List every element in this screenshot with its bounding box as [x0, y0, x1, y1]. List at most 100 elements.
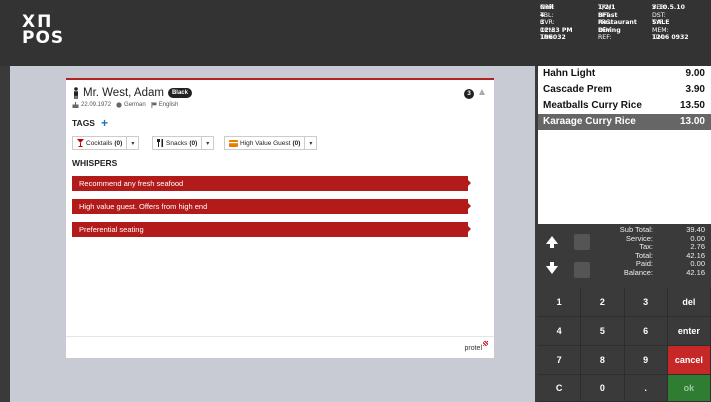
tag-count: (0) — [114, 139, 123, 147]
pos-screen: XΠ POS OPR: Neil TRM: 1/2/1 VER: 3.10.5.… — [0, 0, 711, 402]
info-label: MEM: — [652, 26, 669, 34]
whisper-item[interactable]: Preferential seating — [72, 222, 471, 237]
info-label: PRC: — [598, 19, 613, 27]
person-silhouette-icon[interactable] — [479, 89, 485, 95]
balance-label: Balance: — [623, 267, 653, 277]
key-9[interactable]: 9 — [624, 346, 668, 375]
chevron-down-icon[interactable]: ▾ — [126, 137, 138, 149]
chevron-down-icon[interactable]: ▾ — [201, 137, 213, 149]
person-icon — [74, 87, 78, 99]
key-8[interactable]: 8 — [581, 346, 625, 375]
tag-snacks[interactable]: Snacks (0) ▾ — [152, 136, 215, 150]
guest-panel-area: Mr. West, Adam Black 3 22.09.1972 German… — [10, 66, 535, 402]
protel-logo: protel — [464, 341, 488, 352]
order-item-name: Meatballs Curry Rice — [543, 100, 642, 111]
logo-line2: POS — [22, 28, 65, 48]
order-item-name: Hahn Light — [543, 68, 596, 79]
guest-details: 22.09.1972 German English — [72, 102, 178, 108]
totals-values: 39.40 0.00 2.76 42.16 0.00 42.16 — [655, 225, 705, 277]
membership-badge: Black — [167, 88, 192, 98]
key-delete[interactable]: del — [667, 288, 711, 317]
order-item[interactable]: Hahn Light 9.00 — [538, 66, 711, 82]
totals-labels: Sub Total: Service: Tax: Total: Paid: Ba… — [593, 225, 653, 277]
key-6[interactable]: 6 — [624, 317, 668, 346]
cancel-button[interactable]: cancel — [667, 346, 711, 375]
key-decimal[interactable]: . — [624, 375, 668, 402]
tags-title: TAGS — [72, 118, 95, 128]
key-enter[interactable]: enter — [667, 317, 711, 346]
guest-name[interactable]: Mr. West, Adam — [83, 87, 164, 99]
guest-count-badge: 3 — [464, 89, 474, 99]
order-item-price: 13.50 — [679, 100, 705, 111]
calculator-icon[interactable] — [574, 262, 590, 278]
key-1[interactable]: 1 — [538, 288, 582, 317]
info-row: TBL: 4 SFT: BFast DST: — [540, 12, 711, 20]
card-footer: protel — [66, 336, 494, 358]
ok-button[interactable]: ok — [667, 375, 711, 402]
key-5[interactable]: 5 — [581, 317, 625, 346]
order-item-name: Cascade Prem — [543, 84, 612, 95]
tag-high-value-guest[interactable]: High Value Guest (0) ▾ — [224, 136, 318, 150]
order-item[interactable]: Cascade Prem 3.90 — [538, 82, 711, 98]
info-label: TIM: — [652, 34, 666, 42]
birthday-field: 22.09.1972 — [72, 102, 111, 108]
birthdate: 22.09.1972 — [81, 102, 112, 108]
chevron-down-icon[interactable]: ▾ — [304, 137, 316, 149]
info-label: TYP: — [652, 19, 666, 27]
info-label: CVR: — [540, 19, 555, 27]
globe-icon — [116, 102, 122, 108]
tag-count: (0) — [292, 139, 301, 147]
app-logo: XΠ POS — [22, 14, 65, 48]
terminal-info: OPR: Neil TRM: 1/2/1 VER: 3.10.5.10 TBL:… — [540, 4, 711, 62]
key-4[interactable]: 4 — [538, 317, 582, 346]
info-label: TBL: — [540, 11, 554, 19]
cutlery-icon — [157, 139, 163, 147]
keypad: 1 2 3 del 4 5 6 enter 7 8 9 cancel C 0 .… — [538, 288, 711, 402]
tag-label: Snacks — [166, 139, 188, 147]
order-list: Hahn Light 9.00 Cascade Prem 3.90 Meatball… — [538, 66, 711, 224]
key-0[interactable]: 0 — [581, 375, 625, 402]
key-3[interactable]: 3 — [624, 288, 668, 317]
language: English — [158, 102, 179, 108]
tags-header: TAGS + — [72, 117, 108, 129]
info-label: TRN: — [540, 34, 555, 42]
add-tag-button[interactable]: + — [101, 117, 108, 129]
info-label: TRM: — [598, 4, 614, 11]
cake-icon — [72, 102, 79, 108]
info-row: OPR: Neil TRM: 1/2/1 VER: 3.10.5.10 — [540, 4, 711, 12]
key-clear[interactable]: C — [538, 375, 582, 402]
whispers-title: WHISPERS — [72, 158, 118, 168]
guest-card: Mr. West, Adam Black 3 22.09.1972 German… — [66, 78, 494, 358]
totals-panel: Sub Total: Service: Tax: Total: Paid: Ba… — [538, 224, 711, 288]
info-label: SFT: — [598, 11, 611, 19]
flag-icon — [151, 102, 157, 108]
info-row: CVR: 3 PRC: Restaurant TYP: SALE — [540, 19, 711, 27]
key-2[interactable]: 2 — [581, 288, 625, 317]
order-item-name: Karaage Curry Rice — [543, 116, 636, 127]
whisper-item[interactable]: High value guest. Offers from high end — [72, 199, 471, 214]
tag-label: High Value Guest — [240, 139, 291, 147]
info-row: OPN: 12:33 PM REV: Dining MEM: — [540, 27, 711, 35]
scroll-up-stem — [550, 244, 554, 248]
balance-value: 42.16 — [686, 267, 705, 277]
key-7[interactable]: 7 — [538, 346, 582, 375]
scroll-up-icon[interactable] — [546, 236, 558, 244]
scroll-down-icon[interactable] — [546, 266, 558, 274]
info-label: OPN: — [540, 26, 556, 34]
whisper-item[interactable]: Recommend any fresh seafood — [72, 176, 471, 191]
tag-cocktails[interactable]: Cocktails (0) ▾ — [72, 136, 140, 150]
tag-count: (0) — [189, 139, 198, 147]
language-field: English — [151, 102, 179, 108]
info-label: OPR: — [540, 4, 555, 11]
info-label: REV: — [598, 26, 613, 34]
split-icon[interactable] — [574, 234, 590, 250]
nationality-field: German — [116, 102, 146, 108]
order-item[interactable]: Meatballs Curry Rice 13.50 — [538, 98, 711, 114]
order-item-selected[interactable]: Karaage Curry Rice 13.00 — [538, 114, 711, 130]
nationality: German — [124, 102, 146, 108]
top-bar: XΠ POS OPR: Neil TRM: 1/2/1 VER: 3.10.5.… — [0, 0, 711, 66]
order-item-price: 13.00 — [679, 116, 705, 127]
tag-label: Cocktails — [86, 139, 113, 147]
info-label: DST: — [652, 11, 666, 19]
order-item-price: 9.00 — [685, 68, 705, 79]
